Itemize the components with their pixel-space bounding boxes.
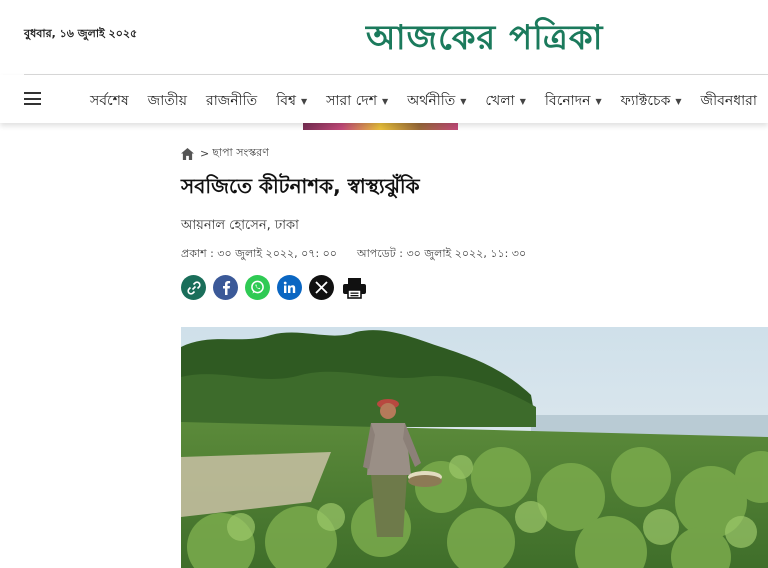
nav-item-label: রাজনীতি [206,93,258,109]
published-time: প্রকাশ : ৩০ জুলাই ২০২২, ০৭: ০০ [181,247,337,260]
caret-down-icon: ▼ [300,96,308,106]
print-icon[interactable] [341,275,367,300]
nav-item[interactable]: খেলা ▼ [485,89,526,113]
article-meta: প্রকাশ : ৩০ জুলাই ২০২২, ০৭: ০০ আপডেট : ৩… [181,245,526,264]
nav-item[interactable]: বিশ্ব ▼ [276,89,307,113]
breadcrumb: > ছাপা সংস্করণ [181,144,269,163]
whatsapp-icon[interactable] [245,275,270,300]
banner-image-strip [303,123,458,130]
site-logo[interactable]: আজকের পত্রিকা [366,12,604,69]
nav-item-label: বিনোদন [544,93,591,109]
caret-down-icon: ▼ [519,96,526,106]
nav-item-label: খেলা [485,93,515,109]
article-title: সবজিতে কীটনাশক, স্বাস্থ্যঝুঁকি [181,174,420,198]
current-date: বুধবার, ১৬ জুলাই ২০২৫ [24,27,138,40]
caret-down-icon: ▼ [460,96,467,106]
caret-down-icon: ▼ [595,96,602,106]
nav-items: সর্বশেষ জাতীয় রাজনীতি বিশ্ব ▼ সারা দেশ ▼ অর্থন… [90,89,768,113]
site-header: বুধবার, ১৬ জুলাই ২০২৫ আজকের পত্রিকা [0,0,768,74]
nav-item-label: সর্বশেষ [90,93,129,109]
main-navigation: সর্বশেষ জাতীয় রাজনীতি বিশ্ব ▼ সারা দেশ ▼ অর্থন… [0,75,768,123]
caret-down-icon: ▼ [675,96,682,106]
nav-item[interactable]: অর্থনীতি ▼ [407,89,466,113]
breadcrumb-section-link[interactable]: ছাপা সংস্করণ [212,144,269,163]
nav-item[interactable]: সর্বশেষ [90,89,129,113]
breadcrumb-separator: > [200,147,210,160]
copy-link-icon[interactable] [181,275,206,300]
linkedin-icon[interactable] [277,275,302,300]
article-author[interactable]: আয়নাল হোসেন, ঢাকা [181,216,299,237]
nav-item[interactable]: জাতীয় [148,89,187,113]
home-icon[interactable] [181,147,194,160]
nav-item-label: জাতীয় [147,93,188,109]
nav-item[interactable]: জীবনধারা [701,89,757,113]
nav-item-label: ফ্যাক্টচেক [620,93,671,109]
facebook-icon[interactable] [213,275,238,300]
nav-item[interactable]: সারা দেশ ▼ [326,89,388,113]
caret-down-icon: ▼ [381,96,389,106]
nav-item[interactable]: বিনোদন ▼ [545,89,602,113]
nav-item[interactable]: রাজনীতি [206,89,257,113]
nav-item[interactable]: ফ্যাক্টচেক ▼ [621,89,682,113]
hamburger-menu-icon[interactable] [24,92,41,105]
nav-item-label: বিশ্ব [276,93,296,109]
updated-time: আপডেট : ৩০ জুলাই ২০২২, ১১: ৩০ [356,247,527,260]
nav-item-label: জীবনধারা [700,93,757,109]
nav-item-label: সারা দেশ [326,93,377,109]
article-lead-photo [181,327,768,568]
share-bar [181,275,374,300]
nav-item-label: অর্থনীতি [407,93,456,109]
x-icon[interactable] [309,275,334,300]
